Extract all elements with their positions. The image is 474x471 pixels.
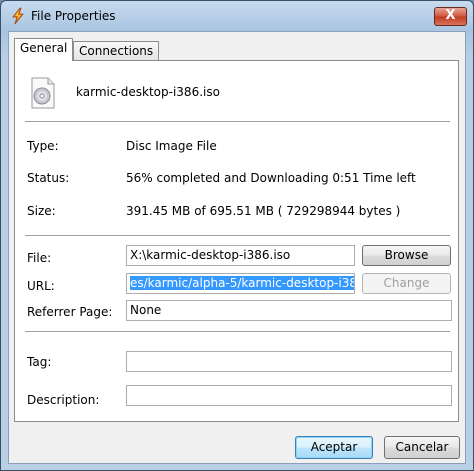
tag-label: Tag:: [27, 355, 52, 369]
referrer-page-field[interactable]: None: [126, 300, 452, 321]
file-properties-window: File Properties X General Connections ka…: [0, 0, 474, 471]
ok-button[interactable]: Aceptar: [295, 436, 373, 459]
title-bar[interactable]: File Properties X: [1, 1, 473, 31]
browse-button[interactable]: Browse: [362, 245, 451, 266]
url-field-text: es/karmic/alpha-5/karmic-desktop-i386.is…: [130, 276, 354, 290]
description-label: Description:: [27, 393, 100, 407]
tag-field[interactable]: [126, 351, 452, 372]
url-label: URL:: [27, 279, 55, 293]
file-path-field[interactable]: X:\karmic-desktop-i386.iso: [126, 245, 355, 266]
divider: [25, 121, 450, 123]
tab-general[interactable]: General: [14, 38, 74, 61]
divider: [25, 331, 450, 333]
referrer-page-label: Referrer Page:: [27, 305, 113, 319]
change-button[interactable]: Change: [362, 273, 451, 294]
dialog-body: General Connections karmic-desktop-i386.…: [8, 31, 466, 464]
disc-image-file-icon: [31, 77, 55, 109]
size-value: 391.45 MB of 695.51 MB ( 729298944 bytes…: [126, 204, 401, 218]
url-field[interactable]: es/karmic/alpha-5/karmic-desktop-i386.is…: [126, 273, 355, 294]
divider: [25, 235, 450, 237]
close-button[interactable]: X: [434, 7, 467, 26]
window-title: File Properties: [31, 9, 116, 23]
file-path-label: File:: [27, 251, 52, 265]
description-field[interactable]: [126, 385, 452, 406]
type-value: Disc Image File: [126, 139, 217, 153]
status-label: Status:: [27, 171, 70, 185]
file-name: karmic-desktop-i386.iso: [76, 85, 220, 99]
status-value: 56% completed and Downloading 0:51 Time …: [126, 171, 416, 185]
cancel-button[interactable]: Cancelar: [384, 436, 460, 459]
general-panel: karmic-desktop-i386.iso Type: Disc Image…: [14, 60, 459, 422]
lightning-icon: [12, 7, 24, 25]
size-label: Size:: [27, 204, 56, 218]
type-label: Type:: [27, 139, 59, 153]
tab-connections[interactable]: Connections: [73, 41, 160, 60]
